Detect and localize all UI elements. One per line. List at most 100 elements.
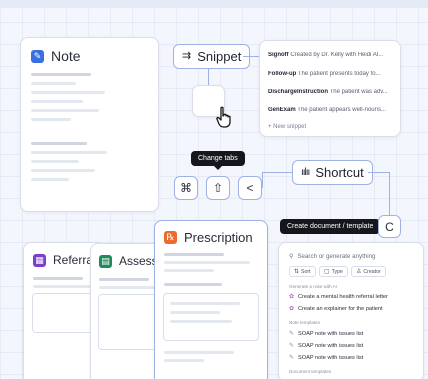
shortcut-label: Shortcut xyxy=(315,165,364,180)
pencil-icon: ✎ xyxy=(289,331,295,337)
palette-ai-item[interactable]: ✿ Create a mental health referral letter xyxy=(289,294,388,300)
prescription-icon: ℞ xyxy=(164,231,177,244)
prescription-line xyxy=(164,283,222,286)
user-icon: ♙ xyxy=(356,268,362,275)
note-line xyxy=(31,109,99,112)
creator-chip[interactable]: ♙ Creator xyxy=(351,266,386,277)
note-edit-icon: ✎ xyxy=(31,49,44,63)
new-snippet-link[interactable]: + New snippet xyxy=(268,124,306,130)
note-title: Note xyxy=(51,48,81,64)
sparkle-icon: ✿ xyxy=(289,294,295,300)
sort-chip[interactable]: ⇅ Sort xyxy=(289,266,316,277)
prescription-line xyxy=(170,311,220,314)
prescription-line xyxy=(164,351,234,354)
snippet-preview: The patient appears well-nouris... xyxy=(297,107,386,113)
notes-section-header: Note templates xyxy=(289,320,320,325)
note-line xyxy=(31,160,79,163)
search-placeholder: Search or generate anything xyxy=(297,253,376,260)
pencil-icon: ✎ xyxy=(289,343,295,349)
palette-ai-item-label: Create an explainer for the patient xyxy=(298,306,383,312)
top-band xyxy=(0,0,428,8)
snippet-list: Signoff Created by Dr. Kelly with Heidi … xyxy=(259,40,401,137)
palette-note-item-label: SOAP note with issues list xyxy=(298,355,364,361)
prescription-line xyxy=(170,302,240,305)
sparkle-icon: ✿ xyxy=(289,306,295,312)
document-icon: ▢ xyxy=(324,268,330,275)
connector-line xyxy=(208,69,209,86)
note-line xyxy=(31,82,76,85)
prescription-line xyxy=(164,261,250,264)
note-line xyxy=(31,178,69,181)
snippet-name: Follow-up xyxy=(268,71,297,77)
c-key[interactable]: C xyxy=(378,215,401,238)
type-chip[interactable]: ▢ Type xyxy=(319,266,348,277)
snippet-button[interactable]: ⇉ Snippet xyxy=(173,44,251,69)
snippet-name: DischargeInstruction xyxy=(268,89,329,95)
prescription-line xyxy=(170,320,232,323)
note-line xyxy=(31,73,91,76)
note-line xyxy=(31,91,105,94)
note-line xyxy=(31,169,95,172)
snippet-preview: The patient was adv... xyxy=(329,89,388,95)
text-lines-icon: ⇉ xyxy=(182,50,192,62)
referral-icon: ▦ xyxy=(33,253,46,267)
assessment-line xyxy=(99,278,149,281)
docs-section-header: Document templates xyxy=(289,369,332,374)
command-key[interactable]: ⌘ xyxy=(174,176,198,200)
palette-note-item[interactable]: ✎ SOAP note with issues list xyxy=(289,343,363,349)
palette-note-item-label: SOAP note with issues list xyxy=(298,343,364,349)
snippet-row[interactable]: DischargeInstruction The patient was adv… xyxy=(268,89,402,95)
creator-chip-label: Creator xyxy=(363,268,381,275)
command-icon: ⌘ xyxy=(180,181,192,195)
referral-inner-box xyxy=(32,293,98,333)
prescription-line xyxy=(164,269,214,272)
search-icon: ⚲ xyxy=(289,253,294,260)
back-key[interactable]: < xyxy=(238,176,262,200)
prescription-line xyxy=(164,253,224,256)
palette-search[interactable]: ⚲ Search or generate anything xyxy=(289,253,376,260)
prescription-line xyxy=(164,359,204,362)
change-tabs-tooltip: Change tabs xyxy=(191,151,245,170)
create-document-text: Create document / template xyxy=(287,223,374,230)
shift-key[interactable]: ⇧ xyxy=(206,176,230,200)
note-card[interactable]: ✎ Note xyxy=(20,37,159,212)
snippet-name: GenExam xyxy=(268,107,296,113)
referral-line xyxy=(33,285,93,288)
assessment-inner-box xyxy=(98,294,158,350)
hand-cursor-icon xyxy=(216,106,231,128)
palette-ai-item[interactable]: ✿ Create an explainer for the patient xyxy=(289,306,383,312)
note-line xyxy=(31,142,87,145)
ai-section-header: Generate a note with AI xyxy=(289,284,338,289)
tooltip-tail xyxy=(213,166,222,170)
note-line xyxy=(31,151,107,154)
chevron-left-icon: < xyxy=(246,181,254,195)
note-line xyxy=(31,118,71,121)
prescription-title: Prescription xyxy=(184,230,253,245)
snippet-row[interactable]: Signoff Created by Dr. Kelly with Heidi … xyxy=(268,52,402,58)
referral-line xyxy=(33,277,83,280)
shift-icon: ⇧ xyxy=(212,181,224,195)
snippet-name: Signoff xyxy=(268,52,289,58)
palette-note-item[interactable]: ✎ SOAP note with issues list xyxy=(289,355,363,361)
snippet-label: Snippet xyxy=(197,49,242,64)
prescription-card[interactable]: ℞ Prescription xyxy=(154,220,268,379)
pencil-icon: ✎ xyxy=(289,355,295,361)
palette-note-item[interactable]: ✎ SOAP note with issues list xyxy=(289,331,363,337)
snippet-row[interactable]: Follow-up The patient presents today fo.… xyxy=(268,71,402,77)
prescription-inner-box xyxy=(163,293,259,341)
command-palette: ⚲ Search or generate anything ⇅ Sort ▢ Typ… xyxy=(278,242,424,379)
assessment-line xyxy=(99,286,157,289)
connector-line xyxy=(389,172,390,216)
shortcut-button[interactable]: ıılıı Shortcut xyxy=(292,160,373,185)
change-tabs-text: Change tabs xyxy=(198,155,238,162)
connector-line xyxy=(262,172,263,188)
waveform-icon: ıılıı xyxy=(301,166,310,178)
connector-line xyxy=(368,172,390,173)
palette-note-item-label: SOAP note with issues list xyxy=(298,331,364,337)
c-key-label: C xyxy=(385,219,394,234)
sort-icon: ⇅ xyxy=(294,268,300,275)
note-line xyxy=(31,100,83,103)
snippet-row[interactable]: GenExam The patient appears well-nouris.… xyxy=(268,107,402,113)
connector-line xyxy=(262,172,292,173)
create-document-tooltip: Create document / template xyxy=(280,219,381,234)
